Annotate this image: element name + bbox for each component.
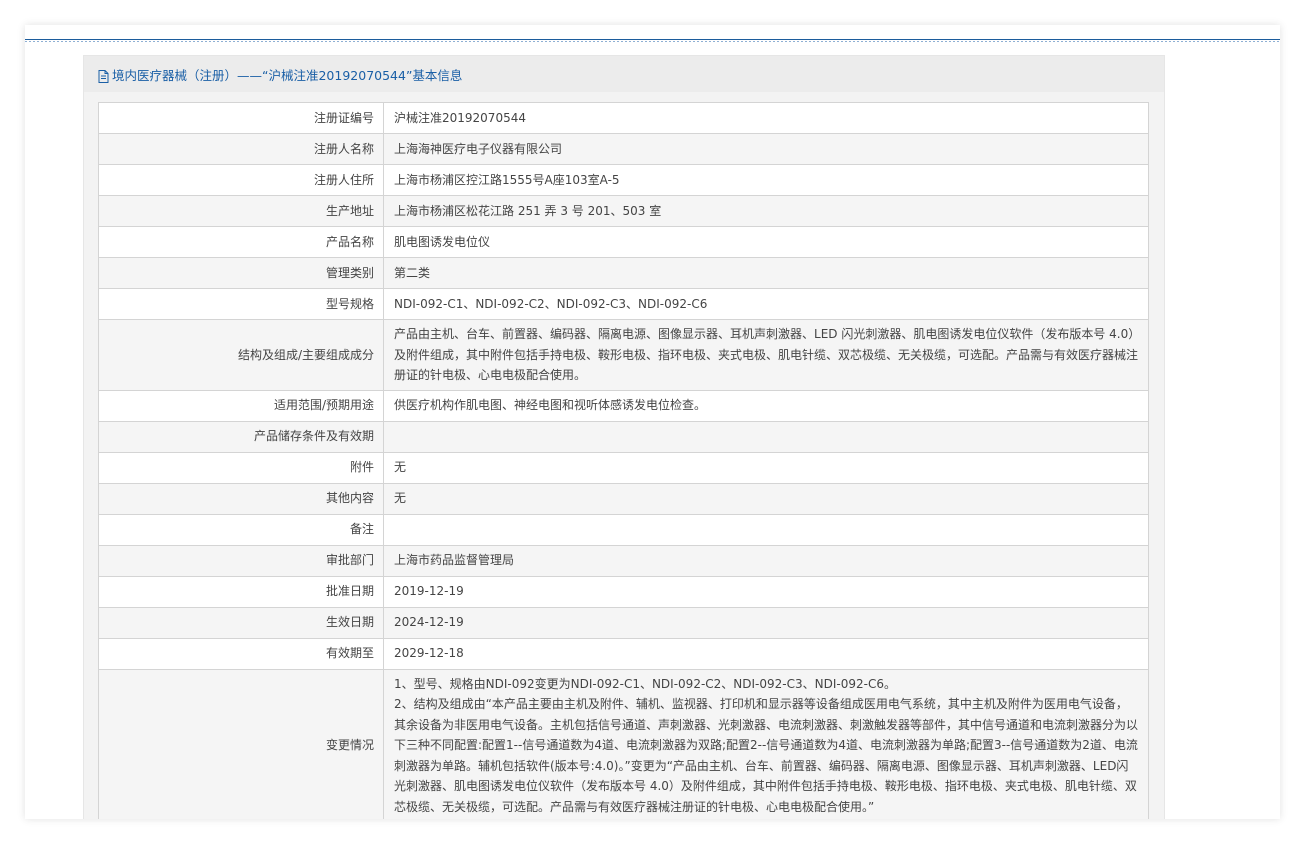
row-value: 上海市杨浦区控江路1555号A座103室A-5 [383, 164, 1149, 196]
table-row: 审批部门 上海市药品监督管理局 [98, 544, 1149, 577]
change-item-1: 1、型号、规格由NDI-092变更为NDI-092-C1、NDI-092-C2、… [394, 676, 896, 691]
info-panel: 境内医疗器械（注册）——“沪械注准20192070544”基本信息 注册证编号 … [83, 55, 1165, 819]
top-divider-dots [25, 41, 1280, 42]
row-label: 审批部门 [98, 544, 384, 577]
change-label: 变更情况 [98, 668, 384, 819]
row-label: 其他内容 [98, 482, 384, 515]
row-label: 注册人名称 [98, 133, 384, 165]
row-value: 无 [383, 482, 1149, 515]
info-table-wrapper: 注册证编号 沪械注准20192070544 注册人名称 上海海神医疗电子仪器有限… [98, 102, 1149, 819]
table-row: 管理类别 第二类 [98, 257, 1149, 289]
row-label: 批准日期 [98, 575, 384, 608]
panel-header: 境内医疗器械（注册）——“沪械注准20192070544”基本信息 [84, 56, 1164, 92]
table-row: 生效日期 2024-12-19 [98, 606, 1149, 639]
table-row-change: 变更情况 1、型号、规格由NDI-092变更为NDI-092-C1、NDI-09… [98, 668, 1149, 819]
row-label: 产品储存条件及有效期 [98, 420, 384, 453]
top-divider [25, 39, 1280, 40]
page-container: 境内医疗器械（注册）——“沪械注准20192070544”基本信息 注册证编号 … [25, 25, 1280, 819]
row-label: 生产地址 [98, 195, 384, 227]
table-row: 适用范围/预期用途 供医疗机构作肌电图、神经电图和视听体感诱发电位检查。 [98, 389, 1149, 422]
row-value: NDI-092-C1、NDI-092-C2、NDI-092-C3、NDI-092… [383, 288, 1149, 320]
row-value: 产品由主机、台车、前置器、编码器、隔离电源、图像显示器、耳机声刺激器、LED 闪… [383, 319, 1149, 391]
row-value: 上海市杨浦区松花江路 251 弄 3 号 201、503 室 [383, 195, 1149, 227]
row-label: 生效日期 [98, 606, 384, 639]
row-label: 有效期至 [98, 637, 384, 670]
row-value: 上海市药品监督管理局 [383, 544, 1149, 577]
table-row: 生产地址 上海市杨浦区松花江路 251 弄 3 号 201、503 室 [98, 195, 1149, 227]
table-row: 备注 [98, 513, 1149, 546]
table-row: 注册证编号 沪械注准20192070544 [98, 102, 1149, 134]
row-label: 适用范围/预期用途 [98, 389, 384, 422]
row-value: 肌电图诱发电位仪 [383, 226, 1149, 258]
row-value: 2019-12-19 [383, 575, 1149, 608]
table-row: 产品储存条件及有效期 [98, 420, 1149, 453]
table-row: 产品名称 肌电图诱发电位仪 [98, 226, 1149, 258]
row-value: 无 [383, 451, 1149, 484]
table-row: 结构及组成/主要组成成分 产品由主机、台车、前置器、编码器、隔离电源、图像显示器… [98, 319, 1149, 391]
change-value: 1、型号、规格由NDI-092变更为NDI-092-C1、NDI-092-C2、… [383, 668, 1149, 819]
row-label: 产品名称 [98, 226, 384, 258]
table-row: 其他内容 无 [98, 482, 1149, 515]
row-value: 沪械注准20192070544 [383, 102, 1149, 134]
row-label: 注册人住所 [98, 164, 384, 196]
change-item-2: 2、结构及组成由“本产品主要由主机及附件、辅机、监视器、打印机和显示器等设备组成… [394, 697, 1139, 814]
row-label: 备注 [98, 513, 384, 546]
table-row: 有效期至 2029-12-18 [98, 637, 1149, 670]
panel-title: 境内医疗器械（注册）——“沪械注准20192070544”基本信息 [112, 67, 463, 83]
row-label: 注册证编号 [98, 102, 384, 134]
row-value: 2029-12-18 [383, 637, 1149, 670]
table-row: 注册人住所 上海市杨浦区控江路1555号A座103室A-5 [98, 164, 1149, 196]
row-label: 管理类别 [98, 257, 384, 289]
row-value: 第二类 [383, 257, 1149, 289]
document-icon [98, 68, 109, 83]
row-label: 型号规格 [98, 288, 384, 320]
info-table: 注册证编号 沪械注准20192070544 注册人名称 上海海神医疗电子仪器有限… [98, 102, 1149, 819]
table-row: 型号规格 NDI-092-C1、NDI-092-C2、NDI-092-C3、ND… [98, 288, 1149, 320]
row-value: 供医疗机构作肌电图、神经电图和视听体感诱发电位检查。 [383, 389, 1149, 422]
row-value [383, 513, 1149, 546]
row-label: 结构及组成/主要组成成分 [98, 319, 384, 391]
row-value: 上海海神医疗电子仪器有限公司 [383, 133, 1149, 165]
row-value [383, 420, 1149, 453]
row-value: 2024-12-19 [383, 606, 1149, 639]
table-row: 附件 无 [98, 451, 1149, 484]
row-label: 附件 [98, 451, 384, 484]
table-row: 注册人名称 上海海神医疗电子仪器有限公司 [98, 133, 1149, 165]
table-row: 批准日期 2019-12-19 [98, 575, 1149, 608]
